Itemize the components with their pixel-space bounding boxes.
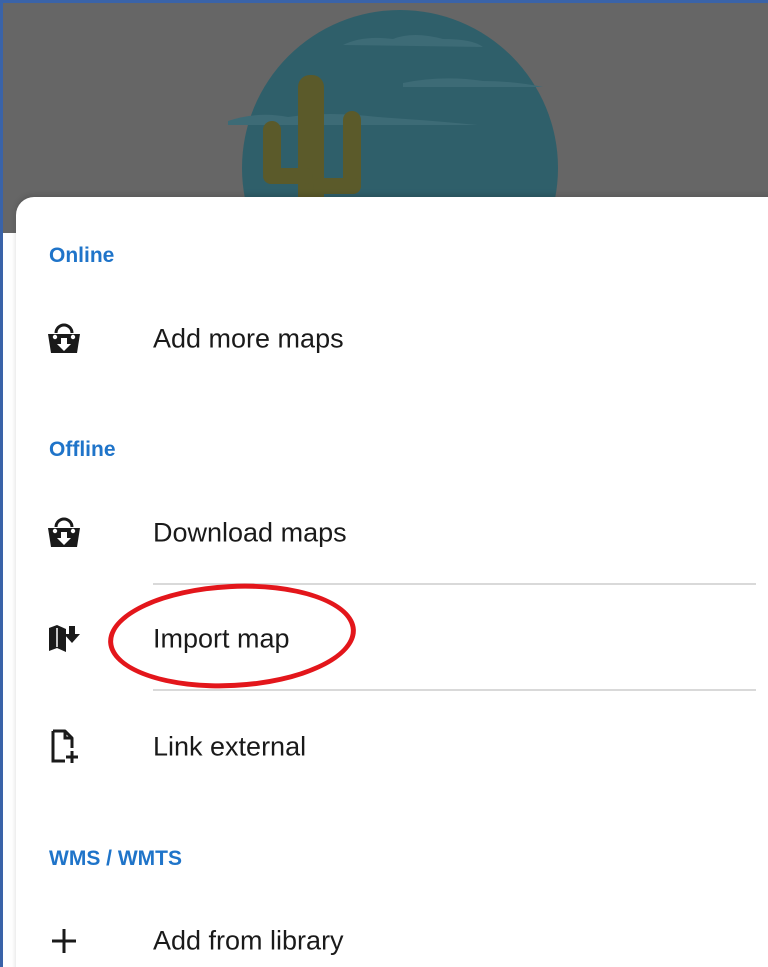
map-import-icon — [46, 621, 82, 657]
shopping-bag-download-icon — [46, 321, 82, 357]
add-more-maps-item[interactable]: Add more maps — [16, 299, 756, 379]
shopping-bag-download-icon — [46, 515, 82, 551]
divider — [153, 689, 756, 691]
app-window: Online Add more maps Offline Download ma… — [0, 0, 768, 967]
file-add-icon — [46, 729, 82, 765]
section-header-offline: Offline — [49, 438, 116, 461]
link-external-label: Link external — [153, 731, 307, 762]
section-header-online: Online — [49, 244, 115, 267]
link-external-item[interactable]: Link external — [16, 707, 756, 787]
add-from-library-label: Add from library — [153, 925, 344, 956]
import-map-item[interactable]: Import map — [16, 599, 756, 679]
download-maps-label: Download maps — [153, 517, 347, 548]
import-map-label: Import map — [153, 623, 290, 654]
download-maps-item[interactable]: Download maps — [16, 493, 756, 573]
add-more-maps-label: Add more maps — [153, 323, 344, 354]
section-header-wms: WMS / WMTS — [49, 847, 182, 870]
divider — [153, 583, 756, 585]
add-from-library-item[interactable]: Add from library — [16, 901, 756, 967]
plus-icon — [46, 923, 82, 959]
add-map-bottom-sheet: Online Add more maps Offline Download ma… — [16, 197, 768, 967]
